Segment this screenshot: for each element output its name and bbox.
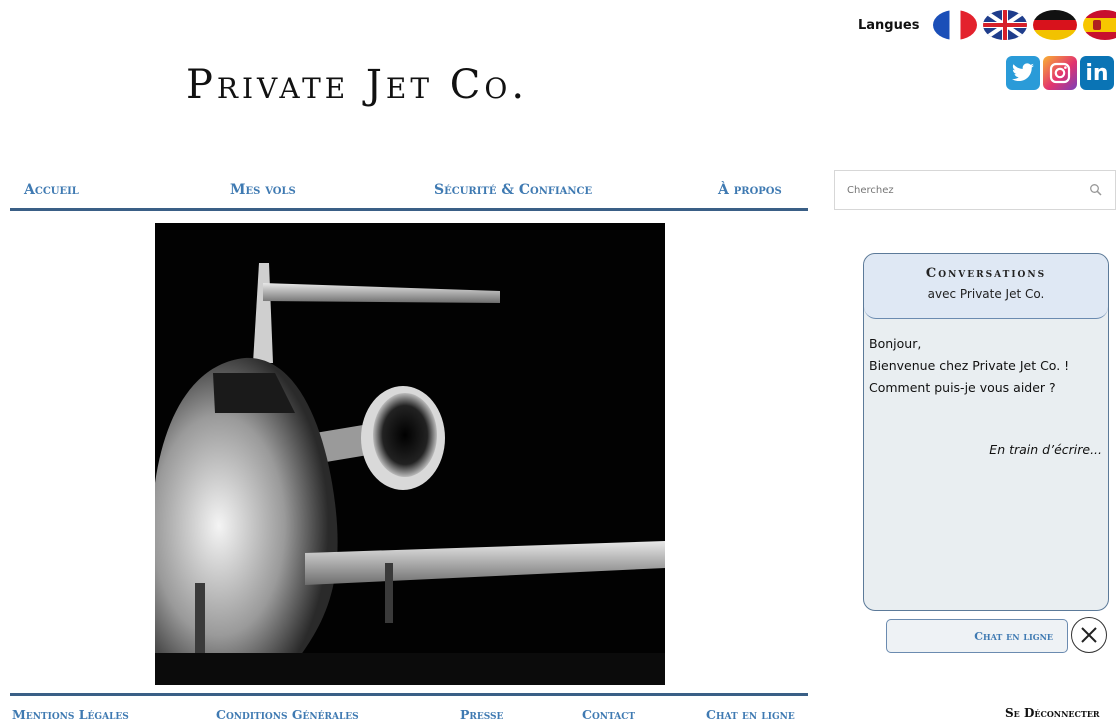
twitter-icon[interactable] [1006,56,1040,90]
chat-online-label: Chat en ligne [974,629,1053,643]
language-selector: Langues [858,10,1116,40]
footer-terms[interactable]: Conditions Générales [216,707,359,722]
footer-chat-online[interactable]: Chat en ligne [706,707,795,722]
nav-about[interactable]: À propos [718,182,782,198]
footer-press[interactable]: Presse [460,707,503,722]
close-chat-button[interactable] [1071,617,1107,653]
chat-message-line: Bienvenue chez Private Jet Co. ! [869,358,1070,373]
chat-panel: Conversations avec Private Jet Co. Bonjo… [863,253,1109,611]
chat-subtitle: avec Private Jet Co. [927,287,1045,301]
search-input[interactable] [847,184,1067,196]
languages-label: Langues [858,17,920,33]
logout-link[interactable]: Se Déconnecter [1005,706,1100,720]
search-icon[interactable] [1089,183,1103,197]
site-logo[interactable]: Private Jet Co. [186,62,528,108]
chat-message: Bonjour, Bienvenue chez Private Jet Co. … [864,319,1108,399]
chat-header: Conversations avec Private Jet Co. [864,254,1108,319]
spanish-flag-icon[interactable] [1083,10,1116,40]
footer-contact[interactable]: Contact [582,707,635,722]
typing-indicator: En train d’écrire... [989,442,1102,457]
linkedin-icon[interactable]: in [1080,56,1114,90]
social-links: in [1006,56,1114,90]
chat-title: Conversations [925,266,1047,281]
close-icon [1081,627,1097,643]
uk-flag-icon[interactable] [983,10,1028,40]
french-flag-icon[interactable] [933,10,978,40]
nav-my-flights[interactable]: Mes vols [230,182,296,198]
chat-online-button[interactable]: Chat en ligne [886,619,1068,653]
nav-divider [10,208,808,211]
german-flag-icon[interactable] [1033,10,1078,40]
chat-message-line: Bonjour, [869,336,922,351]
nav-home[interactable]: Accueil [24,182,79,198]
private-jet-photo [155,223,665,685]
search-box [834,170,1116,210]
nav-security-trust[interactable]: Sécurité & Confiance [434,182,592,198]
instagram-icon[interactable] [1043,56,1077,90]
footer-legal-notice[interactable]: Mentions Légales [12,707,129,722]
chat-message-line: Comment puis-je vous aider ? [869,380,1056,395]
footer-divider [10,693,808,696]
